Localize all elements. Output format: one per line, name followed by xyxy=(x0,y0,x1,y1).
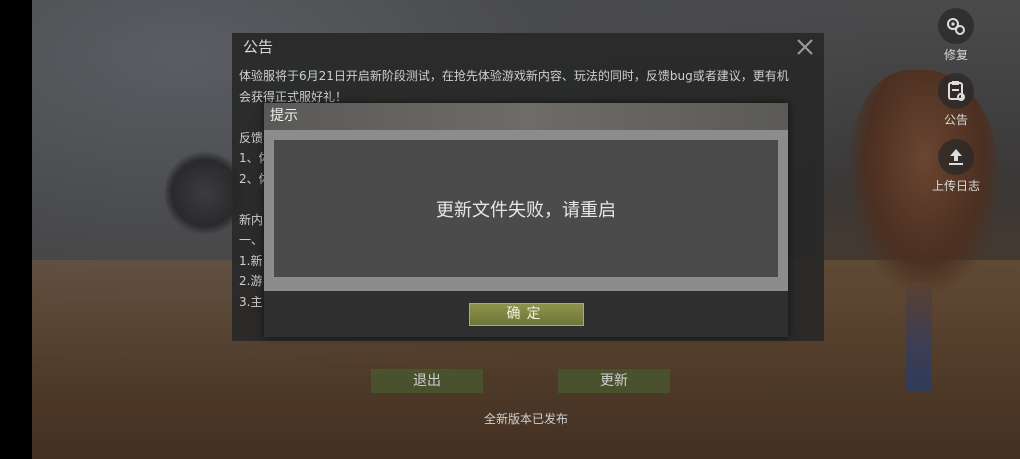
dialog-message-box: 更新文件失败，请重启 xyxy=(274,140,778,277)
alert-dialog: 提示 更新文件失败，请重启 确定 xyxy=(264,103,788,337)
dialog-message-frame: 更新文件失败，请重启 xyxy=(264,130,788,291)
release-status-text: 全新版本已发布 xyxy=(483,412,568,426)
repair-label: 修复 xyxy=(943,48,968,62)
announcement-header: 公告 xyxy=(233,34,823,60)
confirm-button[interactable]: 确定 xyxy=(469,303,584,326)
dialog-title: 提示 xyxy=(264,103,788,130)
notice-button[interactable]: 公告 xyxy=(926,73,986,128)
announcement-title: 公告 xyxy=(243,38,274,56)
background-character xyxy=(906,282,932,392)
dialog-message: 更新文件失败，请重启 xyxy=(436,199,616,221)
close-icon[interactable] xyxy=(795,37,815,57)
dialog-footer: 确定 xyxy=(264,291,788,337)
upload-log-label: 上传日志 xyxy=(931,179,980,193)
notice-label: 公告 xyxy=(943,113,968,127)
clipboard-icon xyxy=(938,73,974,109)
repair-button[interactable]: 修复 xyxy=(926,8,986,63)
upload-icon xyxy=(938,139,974,175)
exit-button[interactable]: 退出 xyxy=(371,369,483,393)
repair-gear-icon xyxy=(938,8,974,44)
announcement-line: 体验服将于6月21日开启新阶段测试，在抢先体验游戏新内容、玩法的同时，反馈bug… xyxy=(239,69,789,83)
update-button[interactable]: 更新 xyxy=(558,369,670,393)
upload-log-button[interactable]: 上传日志 xyxy=(926,139,986,194)
